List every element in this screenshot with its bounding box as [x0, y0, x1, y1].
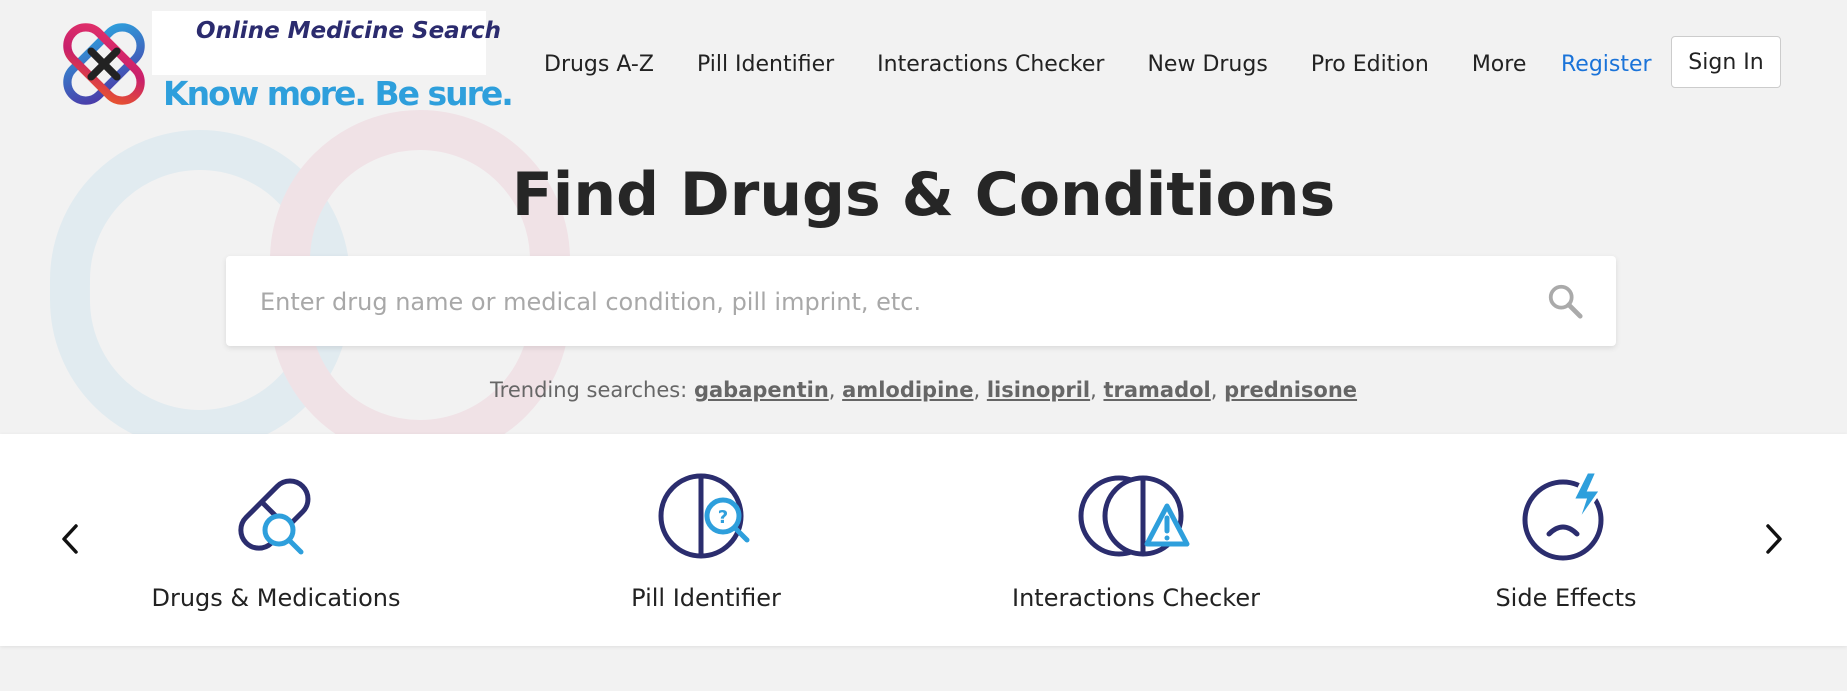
register-link[interactable]: Register [1561, 52, 1652, 77]
category-label: Drugs & Medications [151, 584, 401, 612]
nav-more[interactable]: More [1472, 52, 1527, 77]
category-drugs-medications[interactable]: Drugs & Medications [126, 434, 426, 646]
pill-search-icon [238, 478, 311, 555]
site-header: Online Medicine Search Know more. Be sur… [0, 0, 1847, 130]
category-side-effects[interactable]: Side Effects [1416, 434, 1716, 646]
category-carousel: Drugs & Medications ? Pill Identifier In… [0, 434, 1847, 646]
trending-link-tramadol[interactable]: tramadol [1103, 378, 1210, 402]
search-icon[interactable] [1546, 282, 1584, 320]
trending-link-lisinopril[interactable]: lisinopril [987, 378, 1090, 402]
trending-searches: Trending searches: gabapentin, amlodipin… [489, 378, 1358, 402]
site-title[interactable]: Online Medicine Search [196, 18, 501, 44]
category-label: Interactions Checker [1012, 584, 1260, 612]
trending-link-prednisone[interactable]: prednisone [1224, 378, 1357, 402]
site-tagline: Know more. Be sure. [163, 74, 514, 113]
main-nav: Drugs A-Z Pill Identifier Interactions C… [544, 52, 1569, 77]
trending-link-gabapentin[interactable]: gabapentin [694, 378, 829, 402]
interaction-warning-icon [1078, 475, 1190, 557]
category-label: Side Effects [1495, 584, 1637, 612]
nav-new-drugs[interactable]: New Drugs [1147, 52, 1267, 77]
category-label: Pill Identifier [631, 584, 781, 612]
logo-mark-icon[interactable] [58, 18, 150, 110]
svg-text:?: ? [718, 507, 728, 528]
sign-in-button[interactable]: Sign In [1671, 36, 1781, 88]
page-title: Find Drugs & Conditions [511, 160, 1336, 230]
nav-pro-edition[interactable]: Pro Edition [1311, 52, 1429, 77]
chevron-left-icon[interactable] [58, 522, 84, 556]
nav-drugs-a-z[interactable]: Drugs A-Z [544, 52, 654, 77]
trending-link-amlodipine[interactable]: amlodipine [842, 378, 973, 402]
trending-label: Trending searches: [489, 378, 688, 402]
pill-question-icon: ? [658, 473, 750, 559]
chevron-right-icon[interactable] [1760, 522, 1786, 556]
side-effects-icon [1522, 470, 1604, 561]
nav-pill-identifier[interactable]: Pill Identifier [697, 52, 834, 77]
search-box [226, 256, 1616, 348]
category-pill-identifier[interactable]: ? Pill Identifier [556, 434, 856, 646]
category-interactions-checker[interactable]: Interactions Checker [986, 434, 1286, 646]
search-input[interactable] [258, 256, 1542, 348]
nav-interactions-checker[interactable]: Interactions Checker [877, 52, 1104, 77]
